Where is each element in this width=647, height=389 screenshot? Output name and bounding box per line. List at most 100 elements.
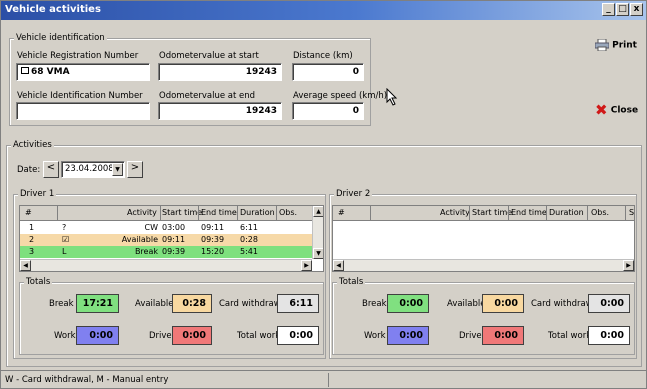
d1-cw-total: 6:11 bbox=[277, 294, 319, 313]
printer-icon bbox=[594, 38, 610, 52]
driver2-table-header: # Activity Start time End time Duration … bbox=[333, 206, 634, 221]
d1-drive-total: 0:00 bbox=[172, 326, 212, 345]
scroll-right-arrow[interactable]: ▶ bbox=[301, 260, 312, 271]
driver1-totals-legend: Totals bbox=[24, 277, 53, 287]
avg-speed-field[interactable]: 0 bbox=[292, 102, 364, 120]
table-row[interactable]: 3 L Break 09:39 15:20 5:41 bbox=[20, 246, 314, 258]
d2-break-total: 0:00 bbox=[387, 294, 429, 313]
vehicle-activities-window: Vehicle activities _ □ x Vehicle identif… bbox=[0, 0, 647, 389]
maximize-button[interactable]: □ bbox=[616, 3, 629, 16]
col-obs[interactable]: Obs. bbox=[279, 208, 297, 217]
col-start-time[interactable]: Start time bbox=[472, 208, 512, 217]
d2-drive-total: 0:00 bbox=[482, 326, 524, 345]
cell-duration: 6:11 bbox=[240, 223, 258, 232]
col-start-time[interactable]: Start time bbox=[162, 208, 202, 217]
d1-break-total: 17:21 bbox=[76, 294, 119, 313]
scroll-right-arrow[interactable]: ▶ bbox=[623, 260, 634, 271]
driver1-vertical-scrollbar[interactable]: ▲ ▼ bbox=[312, 206, 323, 259]
date-picker[interactable]: 23.04.2008 ▼ bbox=[61, 161, 125, 178]
card-icon bbox=[21, 67, 29, 74]
d1-break-label: Break bbox=[49, 299, 74, 309]
d1-total-work: 0:00 bbox=[277, 326, 319, 345]
print-button[interactable]: Print bbox=[594, 38, 637, 57]
col-num[interactable]: # bbox=[338, 208, 345, 217]
col-activity[interactable]: Activity bbox=[440, 208, 470, 217]
cell-mark: ☑ bbox=[62, 235, 70, 244]
col-obs[interactable]: Obs. bbox=[591, 208, 609, 217]
cell-activity: Available bbox=[121, 235, 158, 244]
col-end-time[interactable]: End time bbox=[201, 208, 237, 217]
window-title: Vehicle activities bbox=[5, 4, 101, 15]
driver1-legend: Driver 1 bbox=[18, 189, 57, 199]
d1-work-total: 0:00 bbox=[76, 326, 119, 345]
d1-cw-label: Card withdrawn bbox=[219, 299, 287, 309]
cell-duration: 0:28 bbox=[240, 235, 258, 244]
scroll-up-arrow[interactable]: ▲ bbox=[313, 206, 323, 217]
avg-speed-label: Average speed (km/h) bbox=[293, 91, 388, 101]
vrn-label: Vehicle Registration Number bbox=[17, 51, 139, 61]
driver1-table-header: # Activity Start time End time Duration … bbox=[20, 206, 323, 221]
cell-start: 09:39 bbox=[162, 247, 186, 256]
driver1-horizontal-scrollbar[interactable]: ◀ ▶ bbox=[20, 259, 312, 271]
close-button[interactable]: ✖ Close bbox=[595, 101, 639, 119]
date-label: Date: bbox=[17, 165, 41, 175]
col-duration[interactable]: Duration bbox=[240, 208, 275, 217]
d1-work-label: Work bbox=[54, 331, 76, 341]
odo-start-label: Odometervalue at start bbox=[159, 51, 259, 61]
driver2-activity-table[interactable]: # Activity Start time End time Duration … bbox=[332, 205, 635, 272]
driver2-legend: Driver 2 bbox=[334, 189, 373, 199]
cell-num: 2 bbox=[29, 235, 35, 244]
scroll-left-arrow[interactable]: ◀ bbox=[333, 260, 344, 271]
d2-work-label: Work bbox=[364, 331, 386, 341]
d2-total-work-label: Total work bbox=[548, 331, 592, 341]
d1-drive-label: Drive bbox=[149, 331, 172, 341]
cell-start: 03:00 bbox=[162, 223, 186, 232]
scroll-left-arrow[interactable]: ◀ bbox=[20, 260, 31, 271]
next-date-button[interactable]: > bbox=[127, 161, 143, 178]
odo-start-field[interactable]: 19243 bbox=[158, 63, 282, 81]
d2-work-total: 0:00 bbox=[387, 326, 429, 345]
chevron-down-icon[interactable]: ▼ bbox=[112, 163, 123, 176]
d1-total-work-label: Total work bbox=[237, 331, 281, 341]
col-activity[interactable]: Activity bbox=[127, 208, 157, 217]
cell-duration: 5:41 bbox=[240, 247, 258, 256]
cell-end: 09:11 bbox=[201, 223, 225, 232]
odo-end-label: Odometervalue at end bbox=[159, 91, 256, 101]
col-duration[interactable]: Duration bbox=[549, 208, 584, 217]
driver1-activity-table[interactable]: # Activity Start time End time Duration … bbox=[19, 205, 324, 272]
d1-available-total: 0:28 bbox=[172, 294, 212, 313]
activities-legend: Activities bbox=[11, 140, 54, 150]
status-bar: W - Card withdrawal, M - Manual entry bbox=[1, 370, 646, 388]
title-bar: Vehicle activities _ □ x bbox=[1, 1, 646, 20]
distance-label: Distance (km) bbox=[293, 51, 353, 61]
col-end-time[interactable]: End time bbox=[511, 208, 547, 217]
prev-date-button[interactable]: < bbox=[43, 161, 59, 178]
driver2-horizontal-scrollbar[interactable]: ◀ ▶ bbox=[333, 259, 634, 271]
table-row[interactable]: 1? CW 03:00 09:11 6:11 bbox=[20, 222, 314, 234]
d2-available-total: 0:00 bbox=[482, 294, 524, 313]
cell-num: 1 bbox=[29, 223, 35, 232]
driver2-totals-legend: Totals bbox=[337, 277, 366, 287]
cell-mark: ? bbox=[62, 223, 67, 232]
vrn-field[interactable]: 68 VMA bbox=[16, 63, 150, 81]
vin-field[interactable] bbox=[16, 102, 150, 120]
cell-num: 3 bbox=[29, 247, 35, 256]
table-row[interactable]: 2 ☑ Available 09:11 09:39 0:28 bbox=[20, 234, 314, 246]
scroll-down-arrow[interactable]: ▼ bbox=[313, 248, 323, 259]
odo-end-field[interactable]: 19243 bbox=[158, 102, 282, 120]
d2-drive-label: Drive bbox=[459, 331, 482, 341]
status-text: W - Card withdrawal, M - Manual entry bbox=[5, 375, 169, 385]
cell-end: 09:39 bbox=[201, 235, 225, 244]
vin-label: Vehicle Identification Number bbox=[17, 91, 143, 101]
d2-break-label: Break bbox=[362, 299, 387, 309]
close-window-button[interactable]: x bbox=[630, 3, 643, 16]
col-s[interactable]: S bbox=[629, 208, 634, 217]
distance-field[interactable]: 0 bbox=[292, 63, 364, 81]
close-x-icon: ✖ bbox=[595, 101, 608, 119]
col-num[interactable]: # bbox=[25, 208, 32, 217]
vehicle-identification-legend: Vehicle identification bbox=[14, 33, 107, 43]
cell-mark: L bbox=[62, 247, 67, 256]
cell-activity: CW bbox=[144, 223, 159, 232]
minimize-button[interactable]: _ bbox=[602, 3, 615, 16]
cell-start: 09:11 bbox=[162, 235, 186, 244]
